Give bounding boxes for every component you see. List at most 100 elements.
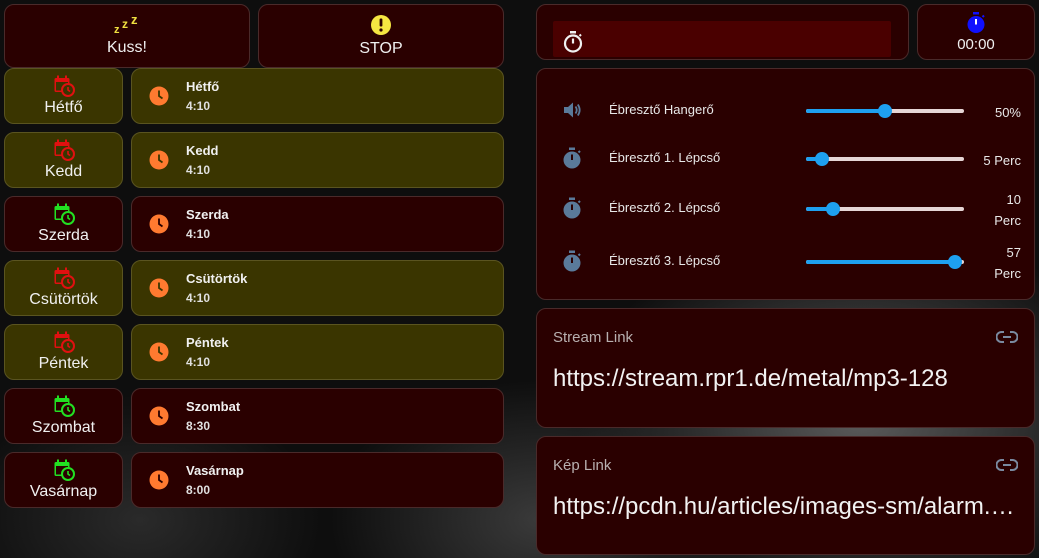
- day-toggle-button[interactable]: Szerda: [4, 196, 123, 252]
- calendar-clock-icon: [54, 331, 75, 353]
- alert-circle-icon: [371, 15, 391, 35]
- timer-progress-bar: [553, 21, 891, 57]
- alarm-time-entry[interactable]: Kedd 4:10: [131, 132, 504, 188]
- alarm-time: 4:10: [186, 227, 211, 241]
- step3-slider-thumb[interactable]: [947, 255, 962, 269]
- image-link-input[interactable]: https://pcdn.hu/articles/images-sm/alarm…: [553, 493, 1017, 521]
- step3-value-unit: Perc: [994, 266, 1021, 281]
- timer-display-card[interactable]: 00:00: [917, 4, 1035, 60]
- alarm-time-entry[interactable]: Szerda 4:10: [131, 196, 504, 252]
- alarm-text: Szombat 8:30: [186, 399, 240, 433]
- day-toggle-button[interactable]: Hétfő: [4, 68, 123, 124]
- svg-text:z: z: [131, 15, 138, 27]
- timer-icon: [563, 250, 581, 272]
- alarm-time-entry[interactable]: Péntek 4:10: [131, 324, 504, 380]
- stream-link-title: Stream Link: [553, 329, 634, 346]
- step3-value-number: 57: [1006, 245, 1021, 260]
- day-toggle-button[interactable]: Szombat: [4, 388, 123, 444]
- timer-time: 00:00: [957, 35, 995, 53]
- alarm-time: 4:10: [186, 99, 211, 113]
- calendar-clock-icon: [54, 75, 75, 97]
- stop-button[interactable]: STOP: [258, 4, 504, 68]
- step2-value: 10 Perc: [994, 189, 1021, 231]
- step1-row: Ébresztő 1. Lépcső 5 Perc: [537, 137, 1035, 177]
- svg-text:z: z: [122, 17, 128, 31]
- alarm-text: Kedd 4:10: [186, 143, 219, 177]
- day-label: Péntek: [38, 355, 89, 372]
- settings-card: Ébresztő Hangerő 50% Ébresztő 1. Lépcső …: [536, 68, 1035, 300]
- stream-link-card[interactable]: Stream Link https://stream.rpr1.de/metal…: [536, 308, 1035, 428]
- image-link-card[interactable]: Kép Link https://pcdn.hu/articles/images…: [536, 436, 1035, 555]
- alarm-name: Hétfő: [186, 79, 220, 94]
- alarm-time: 4:10: [186, 291, 211, 305]
- day-label: Hétfő: [44, 99, 83, 116]
- kuss-label: Kuss!: [106, 39, 147, 56]
- step2-slider-thumb[interactable]: [825, 202, 840, 216]
- step2-value-unit: Perc: [994, 213, 1021, 228]
- volume-slider-thumb[interactable]: [878, 104, 892, 118]
- step1-slider[interactable]: [806, 152, 964, 166]
- clock-icon: [149, 342, 169, 362]
- clock-icon: [149, 86, 169, 106]
- alarm-text: Vasárnap 8:00: [186, 463, 244, 497]
- clock-icon: [149, 278, 169, 298]
- step1-name: Ébresztő 1. Lépcső: [609, 150, 721, 165]
- svg-text:z: z: [114, 24, 120, 35]
- calendar-clock-icon: [54, 203, 75, 225]
- alarm-time-entry[interactable]: Vasárnap 8:00: [131, 452, 504, 508]
- calendar-clock-icon: [54, 459, 75, 481]
- image-link-title: Kép Link: [553, 457, 612, 474]
- clock-icon: [149, 150, 169, 170]
- volume-row: Ébresztő Hangerő 50%: [537, 89, 1035, 129]
- step3-slider[interactable]: [806, 255, 964, 269]
- day-toggle-button[interactable]: Kedd: [4, 132, 123, 188]
- stop-label: STOP: [359, 40, 403, 57]
- volume-slider[interactable]: [806, 104, 964, 118]
- step2-name: Ébresztő 2. Lépcső: [609, 200, 721, 215]
- alarm-name: Péntek: [186, 335, 229, 350]
- step1-slider-thumb[interactable]: [814, 152, 829, 166]
- alarm-name: Kedd: [186, 143, 219, 158]
- alarm-time: 8:30: [186, 419, 211, 433]
- alarm-text: Péntek 4:10: [186, 335, 229, 369]
- link-icon[interactable]: [996, 457, 1018, 473]
- clock-icon: [149, 406, 169, 426]
- sleep-zzz-icon: z z z: [114, 15, 138, 35]
- alarm-time-entry[interactable]: Hétfő 4:10: [131, 68, 504, 124]
- day-label: Kedd: [44, 163, 83, 180]
- day-label: Szombat: [31, 419, 96, 436]
- alarm-time-entry[interactable]: Szombat 8:30: [131, 388, 504, 444]
- step2-value-number: 10: [1006, 192, 1021, 207]
- timer-progress-card: [536, 4, 909, 60]
- alarm-name: Szerda: [186, 207, 229, 222]
- stream-link-input[interactable]: https://stream.rpr1.de/metal/mp3-128: [553, 365, 1017, 393]
- volume-value: 50%: [994, 105, 1021, 120]
- day-toggle-button[interactable]: Péntek: [4, 324, 123, 380]
- step2-row: Ébresztő 2. Lépcső 10 Perc: [537, 187, 1035, 228]
- volume-icon: [564, 102, 581, 118]
- step1-value: 5 Perc: [983, 153, 1021, 168]
- step3-name: Ébresztő 3. Lépcső: [609, 253, 721, 268]
- day-label: Csütörtök: [29, 291, 98, 308]
- timer-icon: [563, 147, 581, 169]
- calendar-clock-icon: [54, 267, 75, 289]
- clock-icon: [149, 214, 169, 234]
- alarm-time: 4:10: [186, 355, 211, 369]
- day-toggle-button[interactable]: Vasárnap: [4, 452, 123, 508]
- day-label: Szerda: [38, 227, 89, 244]
- step3-value: 57 Perc: [994, 242, 1021, 284]
- clock-icon: [149, 470, 169, 490]
- alarm-text: Hétfő 4:10: [186, 79, 219, 113]
- alarm-time: 8:00: [186, 483, 211, 497]
- calendar-clock-icon: [54, 139, 75, 161]
- step3-row: Ébresztő 3. Lépcső 57 Perc: [537, 240, 1035, 281]
- alarm-name: Szombat: [186, 399, 241, 414]
- alarm-name: Csütörtök: [186, 271, 248, 286]
- day-toggle-button[interactable]: Csütörtök: [4, 260, 123, 316]
- step2-slider[interactable]: [806, 202, 964, 216]
- link-icon[interactable]: [996, 329, 1018, 345]
- step3-slider-fill: [806, 260, 955, 264]
- alarm-time-entry[interactable]: Csütörtök 4:10: [131, 260, 504, 316]
- timer-icon: [563, 197, 581, 219]
- kuss-button[interactable]: z z z Kuss!: [4, 4, 250, 68]
